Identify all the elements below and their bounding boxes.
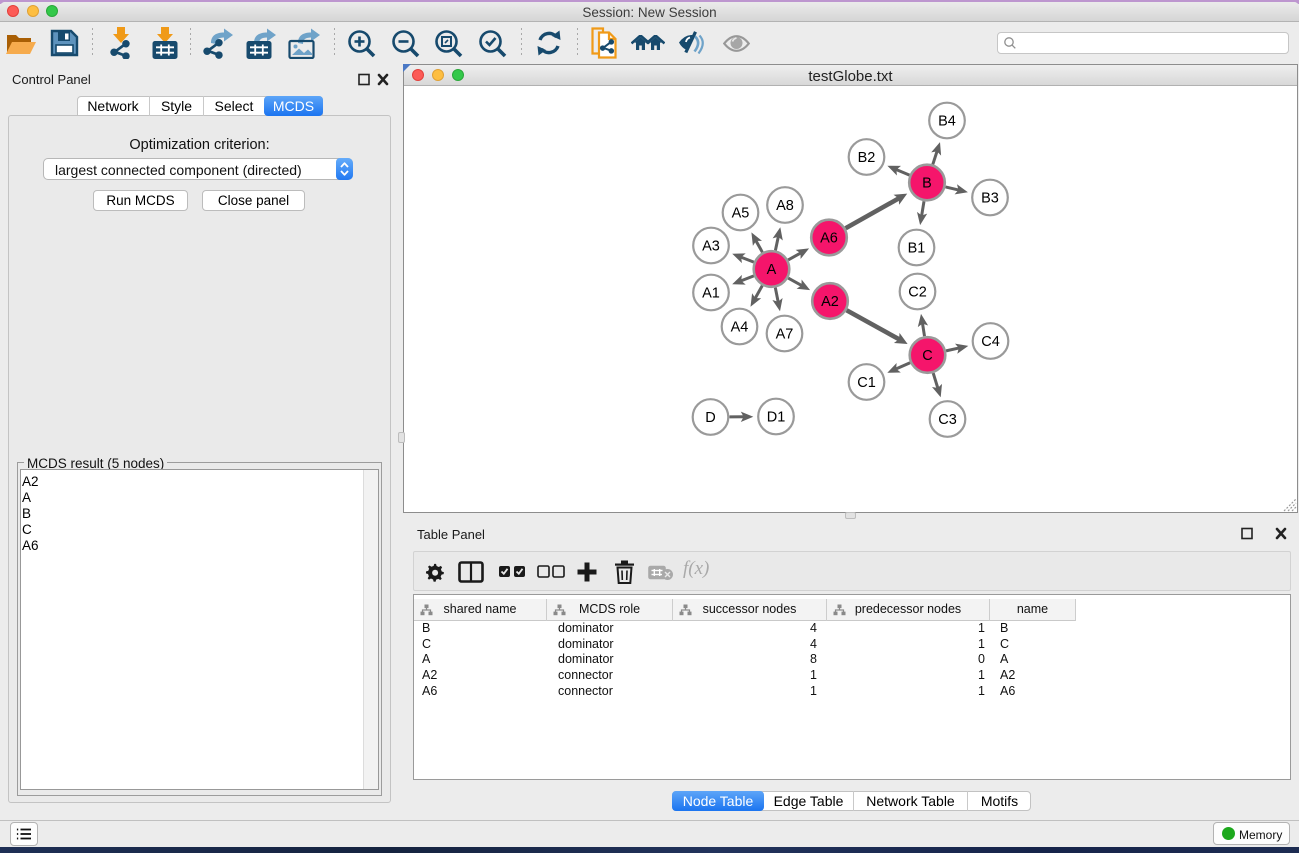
- svg-text:C1: C1: [857, 375, 876, 391]
- svg-text:A7: A7: [776, 327, 794, 343]
- svg-text:A6: A6: [820, 231, 838, 247]
- svg-text:A2: A2: [821, 294, 839, 310]
- svg-text:A: A: [767, 262, 777, 278]
- svg-text:B1: B1: [908, 241, 926, 257]
- svg-text:C4: C4: [981, 334, 1000, 350]
- svg-text:C: C: [922, 348, 932, 364]
- svg-text:B: B: [922, 176, 932, 192]
- svg-text:D: D: [705, 410, 715, 426]
- svg-text:A1: A1: [702, 286, 720, 302]
- svg-text:D1: D1: [767, 410, 786, 426]
- svg-text:A8: A8: [776, 198, 794, 214]
- svg-text:C2: C2: [908, 285, 927, 301]
- svg-text:A5: A5: [732, 206, 750, 222]
- svg-text:B4: B4: [938, 114, 956, 130]
- svg-text:B3: B3: [981, 191, 999, 207]
- svg-text:C3: C3: [938, 412, 957, 428]
- svg-text:A4: A4: [731, 320, 749, 336]
- svg-text:B2: B2: [858, 150, 876, 166]
- svg-text:A3: A3: [702, 239, 720, 255]
